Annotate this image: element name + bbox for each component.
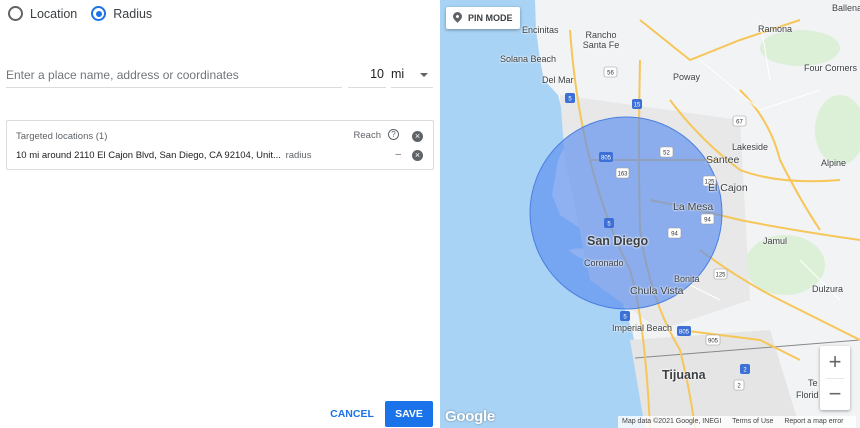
svg-text:94: 94 xyxy=(671,232,678,238)
targeted-location-type: radius xyxy=(285,150,312,161)
pin-icon xyxy=(451,10,464,23)
place-label: Dulzura xyxy=(812,284,844,294)
save-button[interactable]: SAVE xyxy=(385,401,433,427)
map-view[interactable]: 56 15 5 67 805 52 163 125 94 94 125 5 5 … xyxy=(440,0,860,428)
targeted-location-row: 10 mi around 2110 El Cajon Blvd, San Die… xyxy=(16,150,311,161)
place-label: Solana Beach xyxy=(500,54,557,64)
place-label: Coronado xyxy=(584,258,624,268)
targeted-locations-header: Targeted locations (1) xyxy=(16,131,108,142)
place-label: Santee xyxy=(706,154,740,166)
terms-of-use-link[interactable]: Terms of Use xyxy=(732,418,773,425)
place-label: Ballena xyxy=(832,3,860,13)
place-label: Del Mar xyxy=(542,75,574,85)
location-type-radio-group: Location Radius xyxy=(8,6,166,21)
park-area xyxy=(815,95,860,165)
location-panel: Location Radius 10 mi Targeted locations… xyxy=(0,0,440,428)
pin-mode-label: PIN MODE xyxy=(468,13,513,23)
place-label: El Cajon xyxy=(708,182,748,194)
place-label: Ramona xyxy=(758,24,793,34)
map-canvas[interactable]: 56 15 5 67 805 52 163 125 94 94 125 5 5 … xyxy=(440,0,860,428)
place-label: Bonita xyxy=(674,274,700,284)
zoom-in-button[interactable]: + xyxy=(820,346,850,378)
map-attribution: Map data ©2021 Google, INEGI Terms of Us… xyxy=(618,416,857,428)
place-search-input[interactable] xyxy=(6,62,342,88)
svg-text:163: 163 xyxy=(617,172,628,178)
dropdown-arrow-icon xyxy=(420,73,428,77)
place-label: San Diego xyxy=(587,234,649,248)
cancel-button[interactable]: CANCEL xyxy=(325,402,379,426)
place-label: Chula Vista xyxy=(630,285,684,297)
radius-radio[interactable]: Radius xyxy=(91,6,152,21)
radio-unchecked-icon[interactable] xyxy=(8,6,23,21)
place-label: Alpine xyxy=(821,158,847,168)
radius-radio-label: Radius xyxy=(113,6,153,21)
svg-text:905: 905 xyxy=(708,339,719,345)
pin-mode-button[interactable]: PIN MODE xyxy=(446,7,520,29)
place-label: Te xyxy=(808,378,818,388)
svg-text:805: 805 xyxy=(679,330,690,336)
radius-unit-value: mi xyxy=(391,67,405,81)
remove-all-icon[interactable]: × xyxy=(412,131,423,142)
radius-value-input[interactable]: 10 xyxy=(348,62,386,88)
svg-text:805: 805 xyxy=(601,156,612,162)
place-label: Rancho Santa Fe xyxy=(582,30,620,50)
targeted-locations-box: Targeted locations (1) Reach ? × 10 mi a… xyxy=(6,120,434,170)
place-label: Encinitas xyxy=(522,25,559,35)
zoom-out-button[interactable]: − xyxy=(820,378,850,410)
svg-text:67: 67 xyxy=(736,120,743,126)
park-area xyxy=(760,30,840,66)
google-logo: Google xyxy=(445,408,495,425)
place-label: La Mesa xyxy=(673,201,714,213)
svg-text:52: 52 xyxy=(663,151,670,157)
help-icon[interactable]: ? xyxy=(388,129,399,140)
svg-text:56: 56 xyxy=(607,71,614,77)
targeted-location-text: 10 mi around 2110 El Cajon Blvd, San Die… xyxy=(16,150,281,161)
reach-label: Reach xyxy=(353,130,381,141)
place-label: Lakeside xyxy=(732,142,769,152)
map-data-credit: Map data ©2021 Google, INEGI xyxy=(622,418,722,425)
targeted-location-reach: – xyxy=(395,149,401,160)
place-label: Imperial Beach xyxy=(612,323,673,333)
report-map-error-link[interactable]: Report a map error xyxy=(784,418,843,425)
place-label: Poway xyxy=(673,72,701,82)
remove-location-icon[interactable]: × xyxy=(412,150,423,161)
location-radio[interactable]: Location xyxy=(8,6,77,21)
svg-text:94: 94 xyxy=(704,218,711,224)
place-label: Tijuana xyxy=(662,368,706,382)
radius-unit-select[interactable]: mi xyxy=(391,62,433,88)
place-label: Jamul xyxy=(763,236,788,246)
zoom-control: + − xyxy=(820,346,850,410)
place-label: Four Corners xyxy=(804,63,858,73)
place-label: Florid xyxy=(796,390,819,400)
svg-text:125: 125 xyxy=(715,273,726,279)
radio-checked-icon[interactable] xyxy=(91,6,107,21)
svg-text:15: 15 xyxy=(634,103,641,109)
location-radio-label: Location xyxy=(30,6,78,21)
